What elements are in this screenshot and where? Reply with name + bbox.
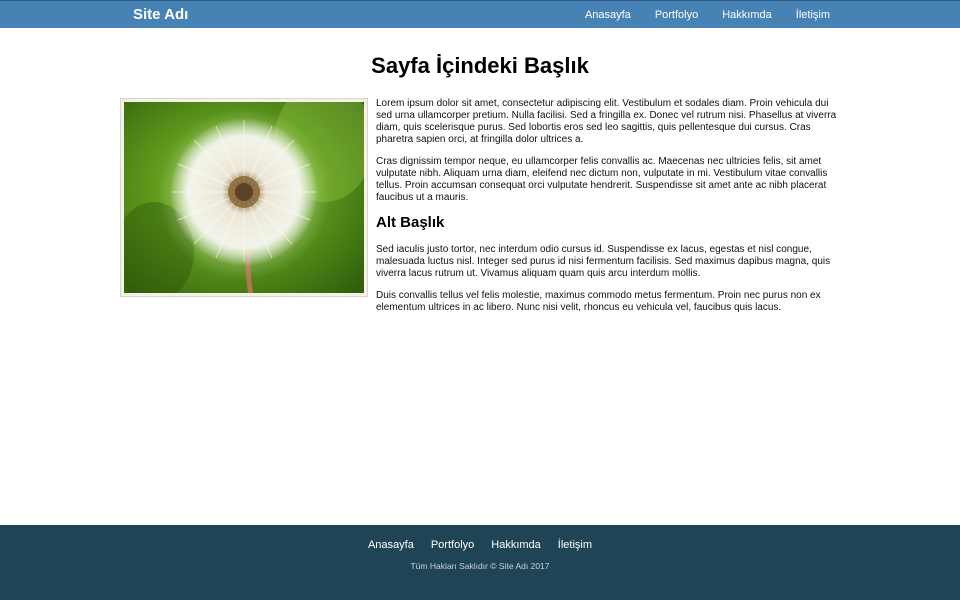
copyright-text: Tüm Hakları Saklıdır © Site Adı 2017 <box>410 561 550 571</box>
footer-link-iletisim[interactable]: İletişim <box>558 539 592 551</box>
paragraph-4: Duis convallis tellus vel felis molestie… <box>376 290 821 313</box>
paragraph-1: Lorem ipsum dolor sit amet, consectetur … <box>376 98 837 145</box>
footer-link-portfolyo[interactable]: Portfolyo <box>431 539 474 551</box>
site-header: Site Adı Anasayfa Portfolyo Hakkımda İle… <box>0 0 960 28</box>
image-frame <box>120 98 368 297</box>
footer-link-hakkimda[interactable]: Hakkımda <box>491 539 541 551</box>
paragraph-3: Sed iaculis justo tortor, nec interdum o… <box>376 244 831 279</box>
paragraph-2: Cras dignissim tempor neque, eu ullamcor… <box>376 156 828 203</box>
site-logo-link[interactable]: Site Adı <box>133 6 188 23</box>
nav-link-iletisim[interactable]: İletişim <box>796 1 830 29</box>
nav-link-portfolyo[interactable]: Portfolyo <box>655 1 698 29</box>
footer-nav: Anasayfa Portfolyo Hakkımda İletişim <box>0 539 960 551</box>
sub-heading: Alt Başlık <box>376 214 445 231</box>
nav-link-hakkimda[interactable]: Hakkımda <box>722 1 772 29</box>
page-title: Sayfa İçindeki Başlık <box>371 53 589 78</box>
top-nav: Anasayfa Portfolyo Hakkımda İletişim <box>585 1 830 29</box>
dandelion-image <box>124 102 364 293</box>
main-content: Lorem ipsum dolor sit amet, consectetur … <box>376 98 840 324</box>
site-footer: Anasayfa Portfolyo Hakkımda İletişim Tüm… <box>0 525 960 600</box>
nav-link-anasayfa[interactable]: Anasayfa <box>585 1 631 29</box>
footer-link-anasayfa[interactable]: Anasayfa <box>368 539 414 551</box>
